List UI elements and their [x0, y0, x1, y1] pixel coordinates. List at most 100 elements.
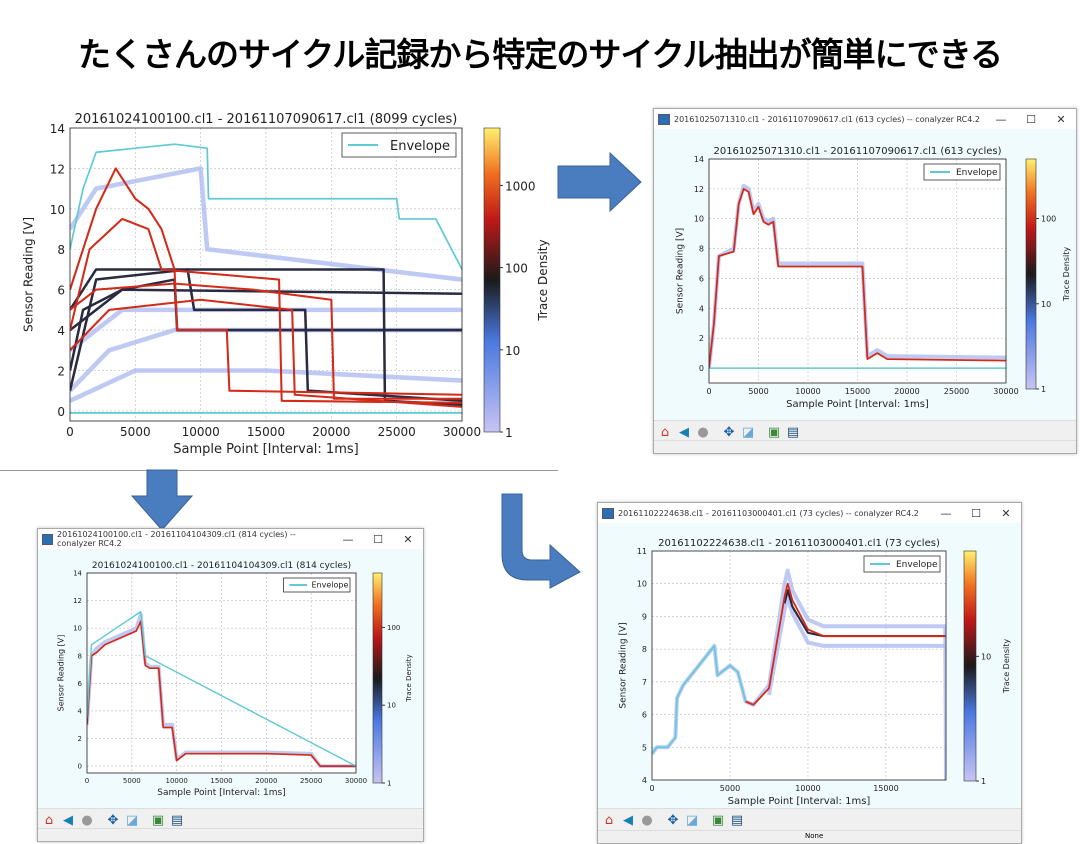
arrow-curved-icon [501, 493, 581, 589]
home-button[interactable]: ⌂ [40, 811, 58, 829]
y-tick-label: 4 [78, 707, 83, 715]
minimize-button[interactable]: — [931, 507, 961, 520]
colorbar-tick-label: 100 [387, 624, 400, 632]
x-tick-label: 25000 [944, 387, 969, 396]
maximize-button[interactable]: ☐ [363, 533, 393, 546]
maximize-button[interactable]: ☐ [1016, 113, 1046, 126]
plot-area [652, 551, 946, 780]
y-tick-label: 10 [694, 215, 704, 224]
colorbar-tick-label: 1 [387, 780, 391, 788]
save-button[interactable]: ▤ [168, 811, 186, 829]
app-icon [658, 113, 670, 125]
x-tick-label: 0 [706, 387, 711, 396]
back-button[interactable]: ◀ [675, 423, 693, 441]
status-bar [654, 440, 1076, 453]
configure-subplots-button[interactable]: ▣ [765, 423, 783, 441]
x-tick-label: 15000 [845, 387, 870, 396]
zoom-button[interactable]: ◪ [683, 811, 701, 829]
save-button[interactable]: ▤ [728, 811, 746, 829]
colorbar [963, 550, 977, 782]
minimize-button[interactable]: — [986, 113, 1016, 126]
x-tick-label: 0 [85, 777, 89, 785]
colorbar-tick-label: 10 [505, 344, 520, 358]
colorbar-label: Trace Density [1062, 247, 1071, 302]
chart-title: 20161102224638.cl1 - 20161103000401.cl1 … [658, 538, 940, 549]
y-tick-label: 4 [57, 324, 65, 338]
window-613-cycles: 20161025071310.cl1 - 20161107090617.cl1 … [653, 108, 1077, 454]
x-axis-label: Sample Point [Interval: 1ms] [786, 399, 929, 410]
colorbar-label: Trace Density [1002, 639, 1011, 694]
colorbar-tick-label: 1 [505, 426, 513, 440]
colorbar-tick-label: 100 [505, 262, 528, 276]
home-button[interactable]: ⌂ [656, 423, 674, 441]
save-button[interactable]: ▤ [784, 423, 802, 441]
colorbar [1025, 158, 1037, 390]
y-tick-label: 4 [642, 776, 647, 785]
chart-814-cycles: 0 5000 10000 15000 20000 25000 30000 0 2 4 6 8 10 12 1… [56, 561, 413, 798]
y-tick-label: 7 [642, 678, 647, 687]
window-73-cycles: 20161102224638.cl1 - 20161103000401.cl1 … [597, 502, 1022, 844]
colorbar-tick-label: 100 [1041, 215, 1056, 224]
status-text: None [805, 832, 824, 840]
y-tick-label: 8 [642, 645, 647, 654]
close-button[interactable]: ✕ [991, 507, 1021, 520]
close-button[interactable]: ✕ [393, 533, 423, 546]
y-tick-label: 2 [699, 334, 704, 343]
pan-button[interactable]: ✥ [104, 811, 122, 829]
window-814-cycles: 20161024100100.cl1 - 20161104104309.cl1 … [37, 528, 424, 842]
colorbar-tick-label: 1 [1041, 385, 1046, 394]
y-tick-label: 6 [699, 274, 704, 283]
y-axis-label: Sensor Reading [V] [676, 228, 686, 314]
chart-73-cycles: 0 5000 10000 15000 4 5 6 7 8 9 10 11 20161102224638.… [619, 538, 1011, 807]
close-button[interactable]: ✕ [1046, 113, 1076, 126]
colorbar [483, 127, 501, 433]
zoom-button[interactable]: ◪ [739, 423, 757, 441]
colorbar-tick-label: 1000 [505, 179, 536, 193]
chart-613-cycles: 0 5000 10000 15000 20000 25000 30000 0 2 4 6 8 10 12 1… [676, 146, 1071, 410]
y-axis-label: Sensor Reading [V] [56, 635, 65, 712]
zoom-button[interactable]: ◪ [123, 811, 141, 829]
y-tick-label: 0 [699, 364, 704, 373]
forward-button[interactable]: ● [78, 811, 96, 829]
x-tick-label: 0 [66, 425, 74, 439]
colorbar-tick-label: 10 [1041, 300, 1051, 309]
x-tick-label: 15000 [873, 784, 898, 793]
y-tick-label: 8 [57, 243, 65, 257]
colorbar-tick-label: 10 [981, 652, 991, 661]
y-tick-label: 6 [78, 680, 83, 688]
x-tick-label: 20000 [255, 777, 277, 785]
x-tick-label: 0 [649, 784, 654, 793]
chart-title: 20161024100100.cl1 - 20161104104309.cl1 … [92, 561, 351, 571]
minimize-button[interactable]: — [333, 533, 363, 546]
y-axis-label: Sensor Reading [V] [21, 217, 35, 332]
x-tick-label: 20000 [312, 425, 350, 439]
x-axis-label: Sample Point [Interval: 1ms] [157, 788, 285, 798]
y-tick-label: 4 [699, 304, 704, 313]
pan-button[interactable]: ✥ [720, 423, 738, 441]
y-tick-label: 6 [57, 284, 65, 298]
chart-title: 20161024100100.cl1 - 20161107090617.cl1 … [75, 112, 458, 127]
chart-all-cycles: 0 5000 10000 15000 20000 25000 30000 0 2 4 6 8 10 12 1… [21, 112, 550, 457]
chart-title: 20161025071310.cl1 - 20161107090617.cl1 … [713, 146, 1001, 157]
window-title: 20161024100100.cl1 - 20161104104309.cl1 … [57, 530, 296, 548]
configure-subplots-button[interactable]: ▣ [709, 811, 727, 829]
configure-subplots-button[interactable]: ▣ [149, 811, 167, 829]
x-axis-label: Sample Point [Interval: 1ms] [728, 796, 871, 807]
y-tick-label: 14 [50, 122, 65, 136]
x-tick-label: 10000 [795, 784, 820, 793]
y-tick-label: 12 [73, 597, 82, 605]
forward-button[interactable]: ● [694, 423, 712, 441]
back-button[interactable]: ◀ [59, 811, 77, 829]
x-tick-label: 5000 [748, 387, 768, 396]
forward-button[interactable]: ● [638, 811, 656, 829]
y-tick-label: 0 [57, 405, 65, 419]
legend-label: Envelope [896, 560, 938, 570]
home-button[interactable]: ⌂ [600, 811, 618, 829]
legend-label: Envelope [956, 168, 998, 178]
x-tick-label: 15000 [247, 425, 285, 439]
maximize-button[interactable]: ☐ [961, 507, 991, 520]
x-tick-label: 5000 [123, 777, 141, 785]
y-tick-label: 10 [637, 580, 647, 589]
back-button[interactable]: ◀ [619, 811, 637, 829]
pan-button[interactable]: ✥ [664, 811, 682, 829]
